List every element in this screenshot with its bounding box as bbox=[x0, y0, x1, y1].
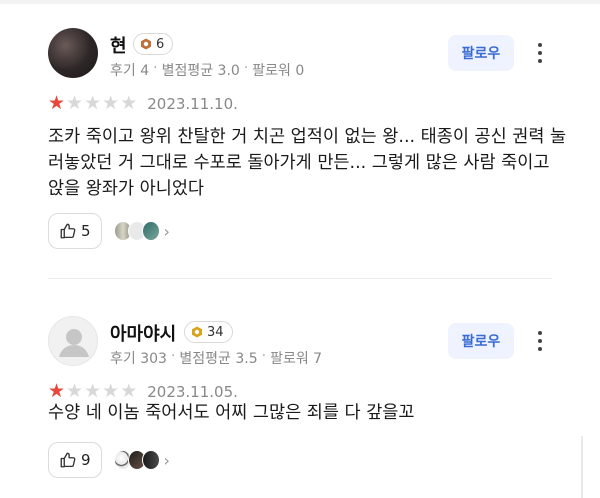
follower-count: 팔로워 7 bbox=[270, 351, 323, 367]
user-stats: 후기 303 · 별점평균 3.5 · 팔로워 7 bbox=[110, 348, 322, 368]
review-count: 후기 303 bbox=[110, 351, 167, 367]
user-stats: 후기 4 · 별점평균 3.0 · 팔로워 0 bbox=[110, 60, 304, 80]
liker-avatar bbox=[141, 450, 160, 470]
level-badge: 34 bbox=[184, 321, 233, 343]
user-name[interactable]: 현 bbox=[110, 32, 127, 58]
more-vertical-icon[interactable] bbox=[530, 326, 550, 356]
review-count: 후기 4 bbox=[110, 63, 150, 79]
review-text: 조카 죽이고 왕위 찬탈한 거 치곤 업적이 없는 왕... 태종이 공신 권력… bbox=[48, 127, 567, 199]
star-icon: ★ bbox=[120, 92, 138, 114]
follower-count: 팔로워 0 bbox=[252, 63, 305, 79]
star-icon: ★ bbox=[102, 380, 120, 402]
follow-button[interactable]: 팔로우 bbox=[448, 323, 514, 359]
review-date: 2023.11.05. bbox=[147, 382, 238, 401]
review-divider bbox=[48, 278, 552, 279]
star-rating: ★ ★ ★ ★ ★ bbox=[48, 94, 137, 113]
star-icon: ★ bbox=[84, 92, 102, 114]
level-badge: 6 bbox=[133, 33, 174, 55]
star-icon: ★ bbox=[48, 92, 66, 114]
action-row: 5 › bbox=[48, 213, 170, 249]
separator: · bbox=[153, 60, 158, 76]
star-icon: ★ bbox=[102, 92, 120, 114]
review-date: 2023.11.10. bbox=[147, 94, 238, 113]
star-icon: ★ bbox=[84, 380, 102, 402]
separator: · bbox=[170, 348, 176, 364]
likers-avatars[interactable]: › bbox=[113, 450, 170, 470]
avatar[interactable] bbox=[48, 28, 98, 78]
avatar[interactable] bbox=[48, 316, 98, 366]
like-count: 9 bbox=[81, 451, 91, 469]
scrollbar[interactable] bbox=[581, 436, 583, 498]
default-user-icon bbox=[59, 329, 89, 357]
user-name[interactable]: 아마야시 bbox=[110, 320, 176, 346]
like-button[interactable]: 9 bbox=[48, 442, 102, 478]
liker-avatar bbox=[141, 221, 160, 241]
level-badge-icon bbox=[141, 38, 151, 50]
review-text: 수양 네 이놈 죽어서도 어찌 그많은 죄를 다 갚을꼬 bbox=[48, 403, 415, 423]
separator: · bbox=[243, 60, 249, 76]
follow-button[interactable]: 팔로우 bbox=[448, 35, 514, 71]
chevron-right-icon: › bbox=[163, 450, 170, 470]
level-badge-icon bbox=[192, 326, 202, 338]
thumbs-up-icon bbox=[60, 452, 76, 468]
star-icon: ★ bbox=[66, 92, 84, 114]
rating-row: ★ ★ ★ ★ ★ 2023.11.10. bbox=[48, 94, 238, 113]
avg-rating: 별점평균 3.5 bbox=[179, 351, 258, 367]
thumbs-up-icon bbox=[60, 223, 76, 239]
star-icon: ★ bbox=[120, 380, 138, 402]
star-icon: ★ bbox=[66, 380, 84, 402]
level-number: 6 bbox=[156, 36, 165, 52]
like-count: 5 bbox=[81, 222, 91, 240]
level-number: 34 bbox=[207, 324, 224, 340]
action-row: 9 › bbox=[48, 442, 170, 478]
star-icon: ★ bbox=[48, 380, 66, 402]
avg-rating: 별점평균 3.0 bbox=[161, 63, 240, 79]
like-button[interactable]: 5 bbox=[48, 213, 102, 249]
likers-avatars[interactable]: › bbox=[113, 221, 170, 241]
rating-row: ★ ★ ★ ★ ★ 2023.11.05. bbox=[48, 382, 238, 401]
star-rating: ★ ★ ★ ★ ★ bbox=[48, 382, 137, 401]
separator: · bbox=[261, 348, 267, 364]
more-vertical-icon[interactable] bbox=[530, 38, 550, 68]
chevron-right-icon: › bbox=[163, 221, 170, 241]
top-divider bbox=[0, 0, 600, 4]
